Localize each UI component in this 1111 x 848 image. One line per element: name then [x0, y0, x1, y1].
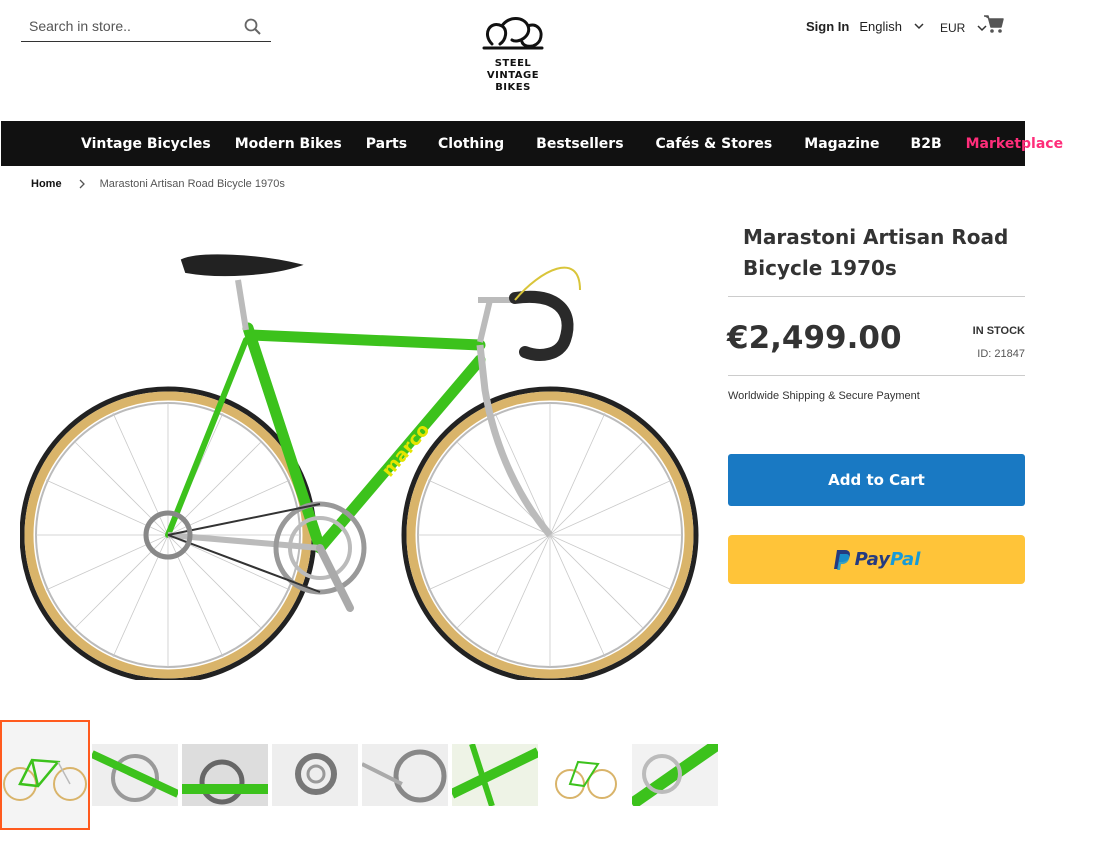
- site-logo[interactable]: STEEL VINTAGE BIKES: [478, 14, 548, 100]
- breadcrumb-home[interactable]: Home: [31, 178, 62, 190]
- thumbnail-image: [92, 744, 178, 806]
- thumbnail-5[interactable]: [360, 720, 450, 830]
- stock-status: IN STOCK: [972, 325, 1025, 337]
- nav-clothing[interactable]: Clothing: [438, 136, 504, 152]
- currency-switcher[interactable]: EUR: [940, 21, 987, 35]
- product-main-image[interactable]: marco: [20, 230, 700, 680]
- thumbnail-image: [452, 744, 538, 806]
- logo-mark: [482, 17, 544, 50]
- paypal-button[interactable]: PayPal: [728, 535, 1025, 584]
- thumbnail-1[interactable]: [0, 720, 90, 830]
- search-input[interactable]: [29, 15, 229, 37]
- divider: [728, 375, 1025, 376]
- product-price: €2,499.00: [727, 320, 902, 356]
- nav-magazine[interactable]: Magazine: [804, 136, 879, 152]
- chevron-right-icon: [79, 179, 85, 189]
- thumbnail-image: [632, 744, 718, 806]
- search-icon[interactable]: [243, 17, 263, 37]
- thumbnail-3[interactable]: [180, 720, 270, 830]
- logo-wordmark: STEEL VINTAGE BIKES: [486, 58, 540, 93]
- thumbnail-image: [182, 744, 268, 806]
- thumbnail-strip: [0, 720, 718, 830]
- breadcrumb: Home Marastoni Artisan Road Bicycle 1970…: [31, 178, 285, 190]
- thumbnail-image: [362, 744, 448, 806]
- thumbnail-2[interactable]: [90, 720, 180, 830]
- shipping-info: Worldwide Shipping & Secure Payment: [728, 390, 920, 402]
- language-switcher[interactable]: English: [859, 19, 924, 34]
- chevron-down-icon: [914, 23, 924, 30]
- thumbnail-image: [272, 744, 358, 806]
- nav-cafes-stores[interactable]: Cafés & Stores: [656, 136, 773, 152]
- nav-marketplace[interactable]: Marketplace: [966, 136, 1063, 152]
- thumbnail-image: [555, 760, 617, 799]
- nav-parts[interactable]: Parts: [366, 136, 407, 152]
- nav-modern-bikes[interactable]: Modern Bikes: [235, 136, 342, 152]
- header-links: Sign In English EUR: [806, 16, 987, 36]
- thumbnail-image: [3, 758, 87, 801]
- paypal-wordmark: PayPal: [854, 549, 921, 570]
- product-sku: ID: 21847: [977, 348, 1025, 360]
- thumbnail-6[interactable]: [450, 720, 540, 830]
- nav-b2b[interactable]: B2B: [911, 136, 942, 152]
- currency-label: EUR: [939, 20, 966, 35]
- thumbnail-8[interactable]: [630, 720, 718, 830]
- language-label: English: [859, 18, 902, 34]
- add-to-cart-button[interactable]: Add to Cart: [728, 454, 1025, 506]
- main-nav: Vintage Bicycles Modern Bikes Parts Clot…: [1, 121, 1063, 166]
- divider: [728, 296, 1025, 297]
- thumbnail-7[interactable]: [540, 720, 630, 830]
- product-title: Marastoni Artisan Road Bicycle 1970s: [743, 225, 1009, 280]
- search-bar: [21, 10, 271, 42]
- thumbnail-4[interactable]: [270, 720, 360, 830]
- paypal-icon: [833, 549, 850, 570]
- signin-link[interactable]: Sign In: [806, 19, 849, 34]
- breadcrumb-current: Marastoni Artisan Road Bicycle 1970s: [99, 178, 285, 190]
- cart-icon[interactable]: [983, 14, 1005, 34]
- nav-vintage-bicycles[interactable]: Vintage Bicycles: [81, 136, 211, 152]
- nav-bestsellers[interactable]: Bestsellers: [536, 136, 623, 152]
